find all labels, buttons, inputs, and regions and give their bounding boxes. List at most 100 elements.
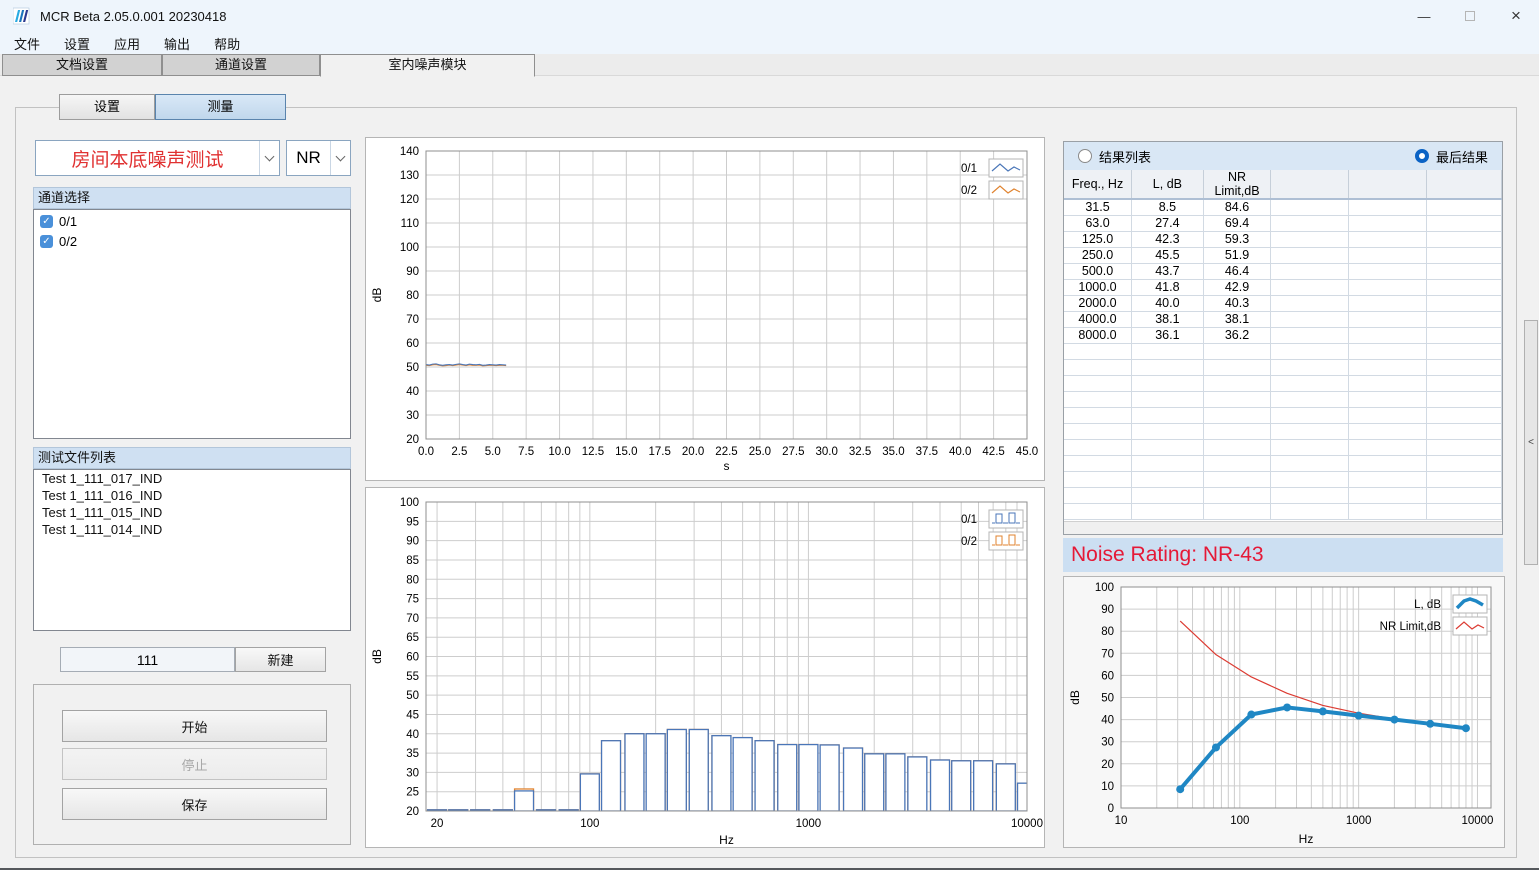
table-row[interactable]: 125.042.359.3 (1064, 231, 1502, 247)
checkbox-checked-icon[interactable]: ✓ (40, 215, 53, 228)
table-row[interactable] (1064, 407, 1502, 423)
table-row[interactable]: 63.027.469.4 (1064, 215, 1502, 231)
table-row[interactable]: 500.043.746.4 (1064, 263, 1502, 279)
test-type-dropdown-button[interactable] (259, 141, 279, 175)
svg-text:0.0: 0.0 (418, 446, 434, 458)
radio-icon-selected[interactable] (1415, 149, 1429, 163)
start-button[interactable]: 开始 (62, 710, 327, 742)
menu-item-2[interactable]: 应用 (104, 32, 150, 55)
test-type-combobox[interactable]: 房间本底噪声测试 (35, 140, 280, 176)
results-table[interactable]: Freq., HzL, dBNR Limit,dB31.58.584.663.0… (1064, 170, 1502, 520)
channel-row-0[interactable]: ✓0/1 (40, 212, 350, 230)
table-row[interactable] (1064, 343, 1502, 359)
title-bar: MCR Beta 2.05.0.001 20230418 — × (0, 0, 1539, 32)
table-row[interactable]: 250.045.551.9 (1064, 247, 1502, 263)
table-row[interactable]: 4000.038.138.1 (1064, 311, 1502, 327)
svg-text:50: 50 (406, 690, 419, 702)
tab-1[interactable]: 通道设置 (162, 54, 320, 76)
tab-0[interactable]: 文档设置 (2, 54, 162, 76)
svg-text:35: 35 (406, 748, 419, 760)
file-list-item-3[interactable]: Test 1_111_014_IND (34, 521, 350, 538)
table-cell: 38.1 (1203, 311, 1271, 327)
svg-text:20.0: 20.0 (682, 446, 704, 458)
table-row[interactable] (1064, 391, 1502, 407)
menu-item-3[interactable]: 输出 (154, 32, 200, 55)
menu-item-4[interactable]: 帮助 (204, 32, 250, 55)
table-cell: 45.5 (1132, 247, 1204, 263)
table-header-col-1: L, dB (1132, 170, 1204, 199)
svg-text:10: 10 (1115, 815, 1128, 827)
tab-2[interactable]: 室内噪声模块 (320, 54, 535, 77)
rating-combobox[interactable]: NR (286, 140, 351, 176)
table-cell (1271, 375, 1349, 391)
table-row[interactable]: 1000.041.842.9 (1064, 279, 1502, 295)
noise-rating-banner: Noise Rating: NR-43 (1063, 538, 1503, 572)
rating-value: NR (287, 141, 330, 175)
table-row[interactable]: 2000.040.040.3 (1064, 295, 1502, 311)
close-button[interactable]: × (1493, 0, 1539, 32)
save-button[interactable]: 保存 (62, 788, 327, 820)
minimize-button[interactable]: — (1401, 0, 1447, 32)
table-cell (1427, 423, 1502, 439)
table-cell (1203, 503, 1271, 519)
table-row[interactable] (1064, 423, 1502, 439)
radio-result-list[interactable]: 结果列表 (1078, 147, 1151, 166)
maximize-icon (1465, 11, 1475, 21)
radio-last-result[interactable]: 最后结果 (1415, 147, 1488, 166)
table-cell (1271, 279, 1349, 295)
table-cell (1271, 343, 1349, 359)
svg-text:140: 140 (400, 146, 419, 158)
test-file-listbox[interactable]: Test 1_111_017_INDTest 1_111_016_INDTest… (33, 469, 351, 631)
table-cell: 63.0 (1064, 215, 1132, 231)
channel-row-1[interactable]: ✓0/2 (40, 232, 350, 250)
table-row[interactable] (1064, 503, 1502, 519)
table-cell (1349, 503, 1427, 519)
subtab-settings[interactable]: 设置 (59, 94, 155, 120)
table-cell (1349, 471, 1427, 487)
table-row[interactable] (1064, 375, 1502, 391)
table-cell (1427, 199, 1502, 215)
stop-button[interactable]: 停止 (62, 748, 327, 780)
table-cell: 38.1 (1132, 311, 1204, 327)
table-cell (1132, 439, 1204, 455)
table-cell (1349, 455, 1427, 471)
subtab-measure[interactable]: 测量 (155, 94, 286, 120)
radio-icon[interactable] (1078, 149, 1092, 163)
table-cell (1132, 359, 1204, 375)
rating-dropdown-button[interactable] (330, 141, 350, 175)
file-list-item-0[interactable]: Test 1_111_017_IND (34, 470, 350, 487)
svg-text:30: 30 (1101, 737, 1114, 749)
maximize-button[interactable] (1447, 0, 1493, 32)
table-row[interactable] (1064, 487, 1502, 503)
table-cell (1349, 199, 1427, 215)
table-cell (1132, 375, 1204, 391)
table-cell (1427, 487, 1502, 503)
svg-text:90: 90 (406, 266, 419, 278)
table-row[interactable] (1064, 471, 1502, 487)
results-panel: 结果列表 最后结果 Freq., HzL, dBNR Limit,dB31.58… (1063, 141, 1503, 535)
table-cell (1203, 359, 1271, 375)
file-list-item-1[interactable]: Test 1_111_016_IND (34, 487, 350, 504)
table-row[interactable] (1064, 439, 1502, 455)
table-cell (1349, 487, 1427, 503)
file-list-item-2[interactable]: Test 1_111_015_IND (34, 504, 350, 521)
table-row[interactable]: 8000.036.136.2 (1064, 327, 1502, 343)
file-section-header: 测试文件列表 (33, 447, 351, 469)
table-cell (1271, 439, 1349, 455)
test-name-input[interactable] (60, 647, 235, 672)
panel-collapse-splitter[interactable]: < (1524, 320, 1538, 565)
table-cell: 36.2 (1203, 327, 1271, 343)
window-title: MCR Beta 2.05.0.001 20230418 (40, 9, 226, 24)
table-cell (1132, 391, 1204, 407)
checkbox-checked-icon[interactable]: ✓ (40, 235, 53, 248)
table-row[interactable]: 31.58.584.6 (1064, 199, 1502, 215)
table-row[interactable] (1064, 359, 1502, 375)
menu-item-0[interactable]: 文件 (4, 32, 50, 55)
table-row[interactable] (1064, 455, 1502, 471)
svg-text:100: 100 (1230, 815, 1249, 827)
channel-listbox[interactable]: ✓0/1 ✓0/2 (33, 209, 351, 439)
svg-text:12.5: 12.5 (582, 446, 604, 458)
svg-text:25.0: 25.0 (749, 446, 771, 458)
new-button[interactable]: 新建 (235, 647, 326, 672)
menu-item-1[interactable]: 设置 (54, 32, 100, 55)
